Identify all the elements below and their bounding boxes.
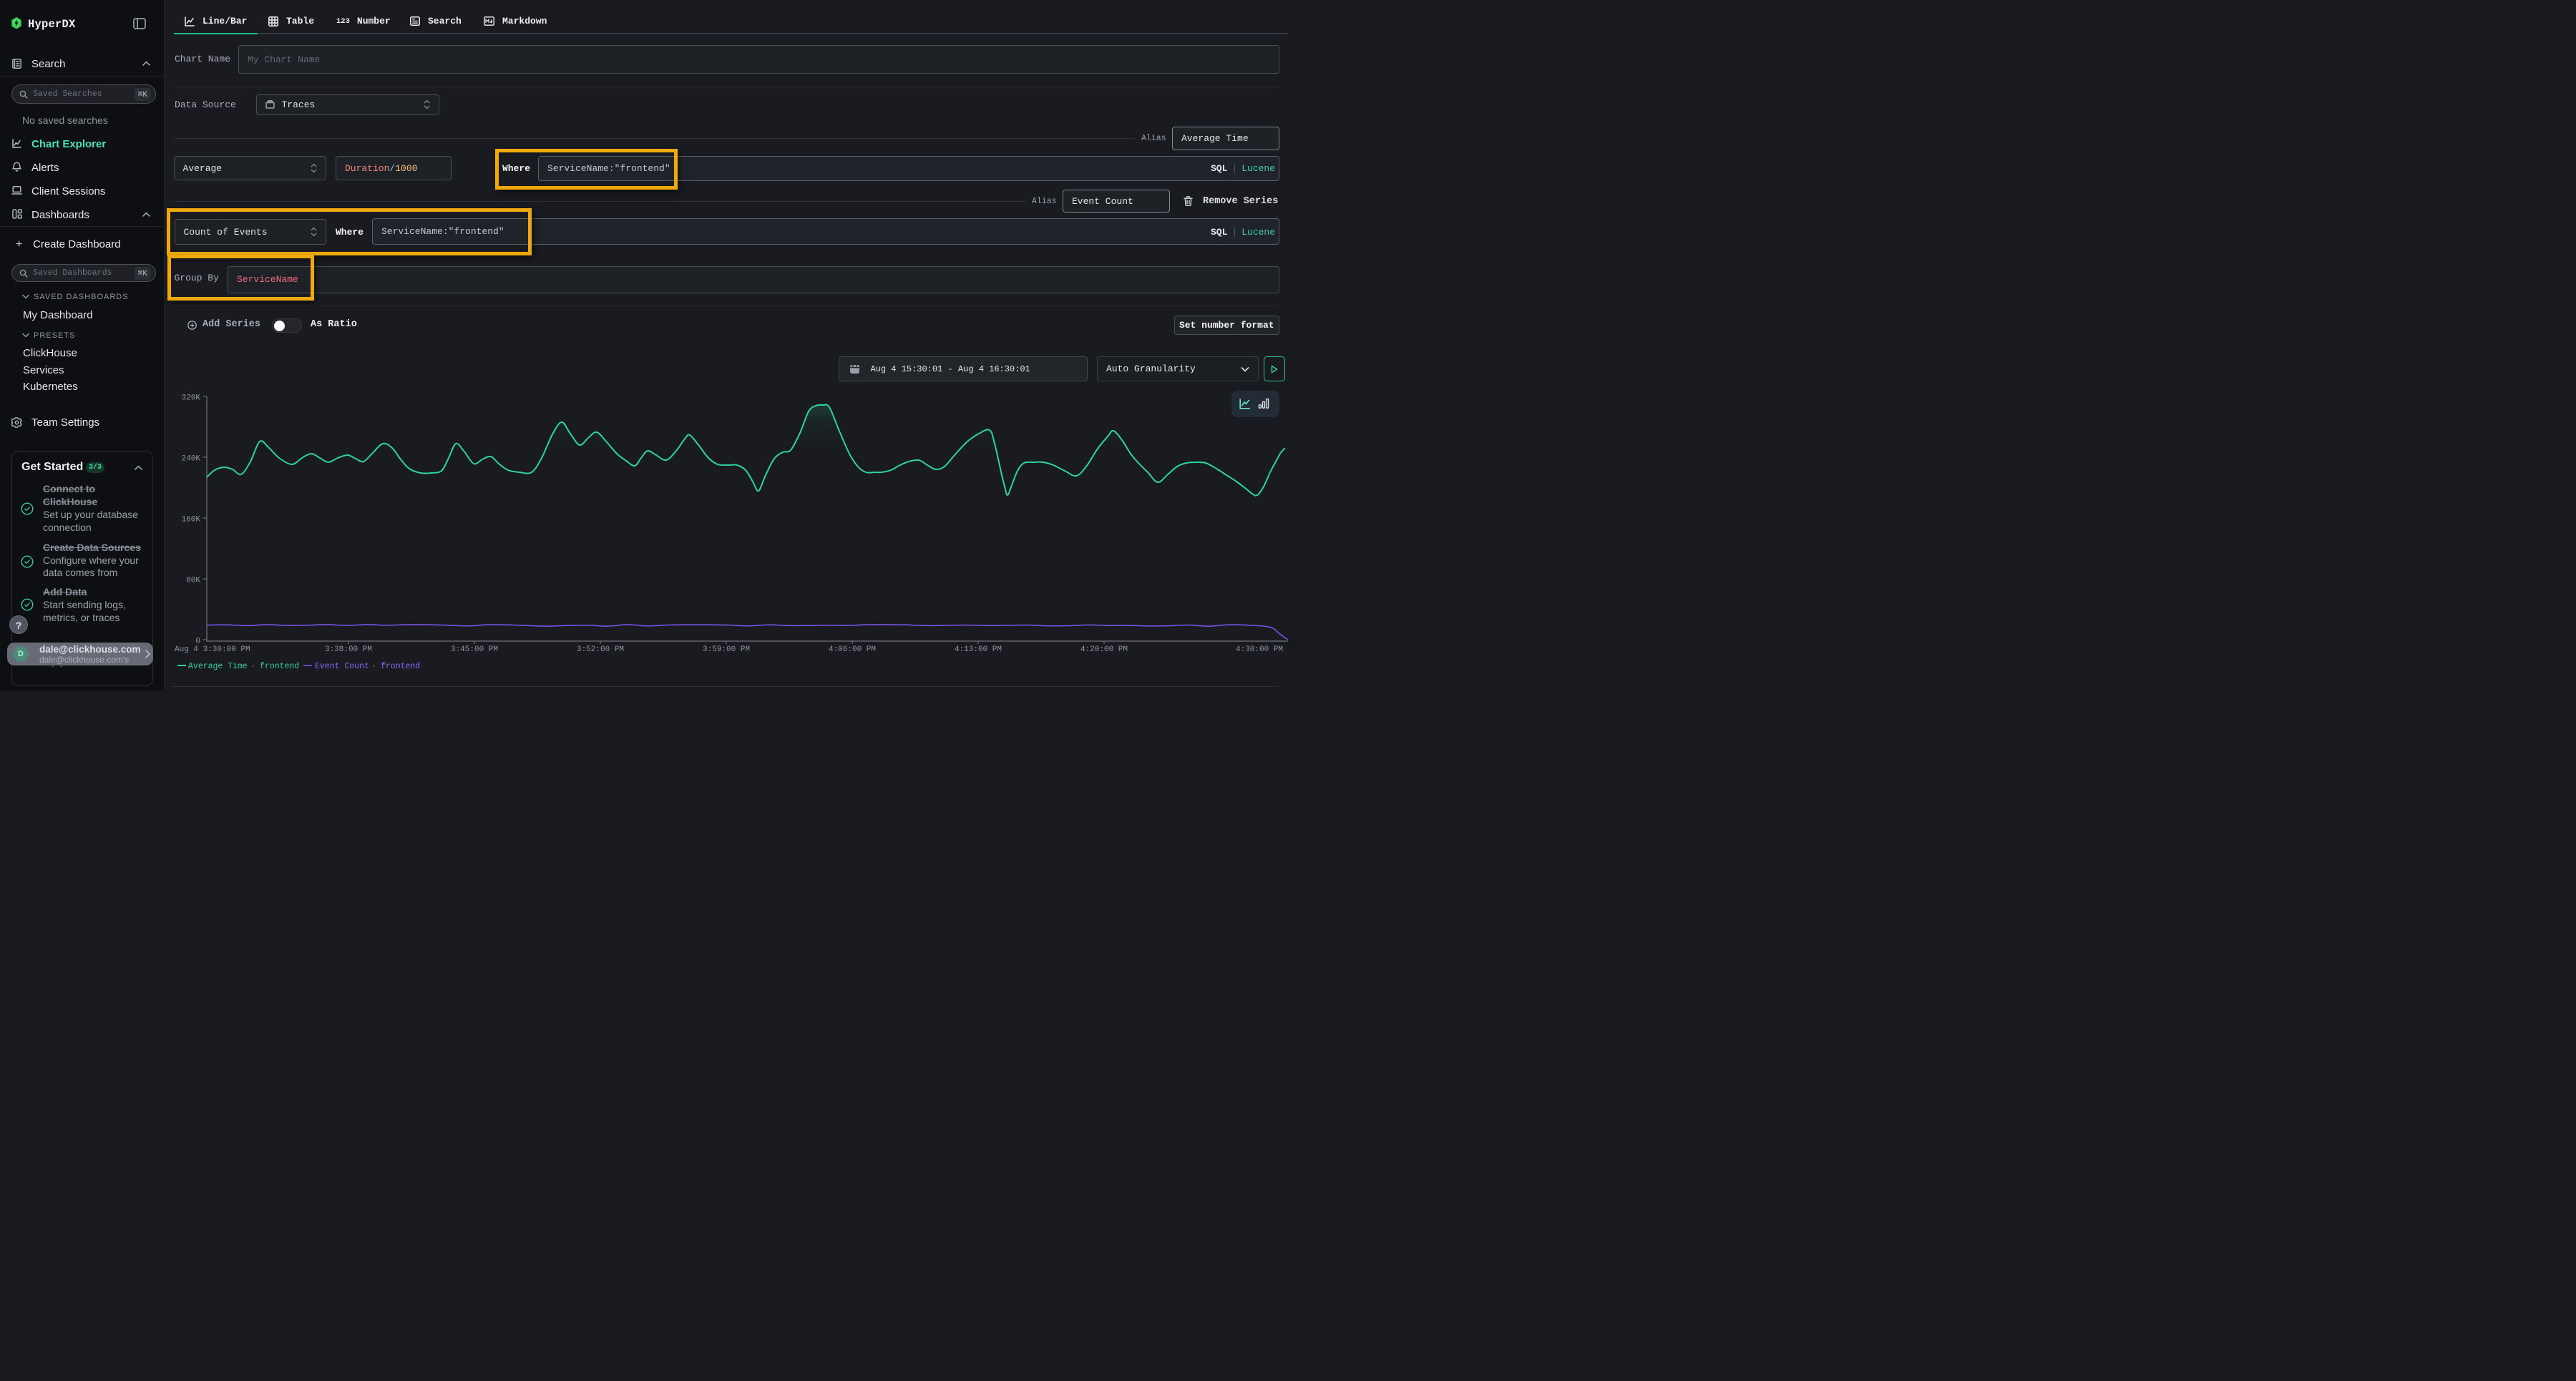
svg-text:0: 0 <box>195 638 200 646</box>
svg-text:3:45:00 PM: 3:45:00 PM <box>451 645 498 654</box>
svg-text:4:13:00 PM: 4:13:00 PM <box>955 645 1002 654</box>
svg-text:4:30:00 PM: 4:30:00 PM <box>1236 645 1283 654</box>
svg-text:frontend: frontend <box>260 662 299 671</box>
svg-text:3:52:00 PM: 3:52:00 PM <box>577 645 624 654</box>
svg-text:4:20:00 PM: 4:20:00 PM <box>1080 645 1128 654</box>
svg-text:frontend: frontend <box>381 662 420 671</box>
svg-text:Aug 4 3:30:00 PM: Aug 4 3:30:00 PM <box>175 645 250 654</box>
svg-text:4:06:00 PM: 4:06:00 PM <box>829 645 876 654</box>
svg-text:240K: 240K <box>182 455 201 464</box>
svg-text:320K: 320K <box>182 394 201 403</box>
svg-text:·: · <box>250 661 255 671</box>
svg-text:Average Time: Average Time <box>188 662 248 671</box>
svg-text:3:59:00 PM: 3:59:00 PM <box>703 645 750 654</box>
svg-text:3:38:00 PM: 3:38:00 PM <box>325 645 372 654</box>
svg-text:·: · <box>371 661 376 671</box>
svg-text:Event Count: Event Count <box>315 662 369 671</box>
svg-text:160K: 160K <box>182 516 201 524</box>
svg-text:80K: 80K <box>186 577 200 585</box>
